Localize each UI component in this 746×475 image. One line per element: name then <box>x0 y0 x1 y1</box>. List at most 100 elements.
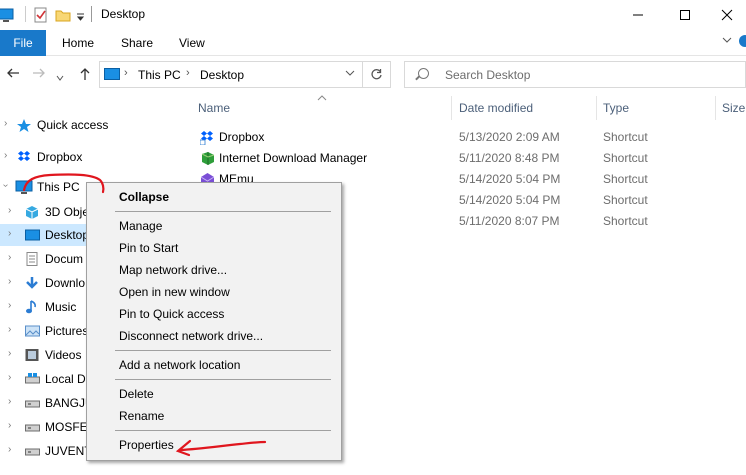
file-type: Shortcut <box>603 172 648 186</box>
expand-chevron-icon[interactable]: › <box>8 252 11 263</box>
context-menu: Collapse Manage Pin to Start Map network… <box>86 182 342 461</box>
tab-file[interactable]: File <box>0 30 46 56</box>
forward-arrow-icon[interactable] <box>32 67 46 82</box>
title-separator <box>91 6 92 22</box>
expand-chevron-icon[interactable]: › <box>4 150 7 161</box>
file-date: 5/11/2020 8:48 PM <box>459 151 560 165</box>
title-bar: Desktop <box>0 0 746 30</box>
title-divider <box>25 6 26 22</box>
maximize-button[interactable] <box>662 0 708 30</box>
expand-chevron-icon[interactable]: › <box>8 300 11 311</box>
properties-quick-icon[interactable] <box>33 7 49 26</box>
refresh-button[interactable] <box>363 61 391 88</box>
column-header-size[interactable]: Size <box>722 101 745 115</box>
menu-item-disconnect-network-drive[interactable]: Disconnect network drive... <box>87 325 341 347</box>
minimize-button[interactable] <box>615 0 661 30</box>
ribbon-tabs: File Home Share View <box>0 30 746 56</box>
expand-chevron-icon[interactable]: › <box>8 396 11 407</box>
close-button[interactable] <box>704 0 746 30</box>
file-row[interactable]: Internet Download Manager 5/11/2020 8:48… <box>196 148 746 169</box>
file-type: Shortcut <box>603 130 648 144</box>
address-bar[interactable]: › This PC › Desktop <box>99 61 363 88</box>
expand-chevron-icon[interactable]: › <box>8 324 11 335</box>
menu-item-open-in-new-window[interactable]: Open in new window <box>87 281 341 303</box>
maximize-icon <box>680 10 690 20</box>
menu-item-map-network-drive[interactable]: Map network drive... <box>87 259 341 281</box>
menu-item-delete[interactable]: Delete <box>87 383 341 405</box>
breadcrumb-chevron-icon[interactable]: › <box>124 67 128 79</box>
expand-chevron-icon[interactable]: › <box>8 205 11 216</box>
file-type: Shortcut <box>603 151 648 165</box>
tab-home[interactable]: Home <box>62 30 94 56</box>
expand-ribbon-icon[interactable] <box>722 35 732 48</box>
menu-item-properties[interactable]: Properties <box>87 434 341 456</box>
nav-item-quick-access[interactable]: › Quick access <box>0 114 180 136</box>
up-arrow-icon[interactable] <box>79 67 91 84</box>
menu-separator <box>115 379 331 380</box>
help-icon[interactable] <box>738 34 746 51</box>
expand-chevron-icon[interactable]: › <box>8 348 11 359</box>
menu-item-rename[interactable]: Rename <box>87 405 341 427</box>
breadcrumb-desktop[interactable]: Desktop <box>200 68 244 82</box>
menu-item-pin-to-start[interactable]: Pin to Start <box>87 237 341 259</box>
expand-chevron-icon[interactable]: › <box>8 444 11 455</box>
column-header-date-modified[interactable]: Date modified <box>459 101 533 115</box>
file-name: Internet Download Manager <box>219 151 368 165</box>
menu-separator <box>115 430 331 431</box>
drive-icon <box>25 373 40 384</box>
file-date: 5/11/2020 8:07 PM <box>459 214 560 228</box>
menu-item-add-network-location[interactable]: Add a network location <box>87 354 341 376</box>
expand-chevron-icon[interactable]: › <box>4 118 7 129</box>
column-divider[interactable] <box>596 96 597 120</box>
expand-chevron-icon[interactable]: › <box>8 420 11 431</box>
pc-icon <box>15 180 33 194</box>
back-arrow-icon[interactable] <box>6 67 20 82</box>
customize-toolbar-icon[interactable] <box>76 10 86 24</box>
file-row[interactable]: Dropbox 5/13/2020 2:09 AM Shortcut <box>196 127 746 148</box>
new-folder-quick-icon[interactable] <box>55 7 71 26</box>
expand-chevron-icon[interactable]: › <box>8 276 11 287</box>
star-icon <box>17 119 31 132</box>
expand-chevron-icon[interactable]: › <box>8 228 11 239</box>
sort-ascending-icon <box>317 93 327 103</box>
file-date: 5/14/2020 5:04 PM <box>459 193 561 207</box>
recent-locations-icon[interactable] <box>56 69 64 84</box>
breadcrumb-chevron-icon[interactable]: › <box>186 67 190 79</box>
address-dropdown-icon[interactable] <box>345 68 355 81</box>
column-header-name[interactable]: Name <box>198 101 230 115</box>
search-box[interactable]: Search Desktop <box>404 61 746 88</box>
drive-icon <box>25 424 40 432</box>
close-icon <box>721 9 733 21</box>
file-type: Shortcut <box>603 193 648 207</box>
file-type: Shortcut <box>603 214 648 228</box>
desktop-icon <box>25 229 40 241</box>
idm-icon <box>201 152 215 165</box>
drive-icon <box>25 400 40 408</box>
tab-share[interactable]: Share <box>121 30 153 56</box>
menu-item-collapse[interactable]: Collapse <box>87 186 341 208</box>
menu-item-pin-to-quick-access[interactable]: Pin to Quick access <box>87 303 341 325</box>
menu-item-manage[interactable]: Manage <box>87 215 341 237</box>
search-input[interactable]: Search Desktop <box>445 68 530 82</box>
picture-icon <box>25 325 40 337</box>
nav-item-dropbox[interactable]: › Dropbox <box>0 146 180 168</box>
dropbox-icon <box>200 131 213 145</box>
cube-icon <box>25 206 39 219</box>
menu-separator <box>115 211 331 212</box>
search-icon <box>418 68 429 79</box>
breadcrumb-this-pc[interactable]: This PC <box>138 68 181 82</box>
video-icon <box>25 349 39 361</box>
document-icon <box>26 252 38 266</box>
tab-view[interactable]: View <box>179 30 205 56</box>
column-divider[interactable] <box>451 96 452 120</box>
expand-chevron-icon[interactable]: › <box>8 372 11 383</box>
menu-separator <box>115 350 331 351</box>
dropbox-icon <box>18 151 30 161</box>
file-date: 5/13/2020 2:09 AM <box>459 130 560 144</box>
column-divider[interactable] <box>715 96 716 120</box>
column-header-type[interactable]: Type <box>603 101 629 115</box>
pc-icon <box>104 68 120 80</box>
collapse-chevron-icon[interactable]: › <box>0 184 11 187</box>
refresh-icon <box>371 69 382 80</box>
explorer-window-icon[interactable] <box>0 7 16 26</box>
